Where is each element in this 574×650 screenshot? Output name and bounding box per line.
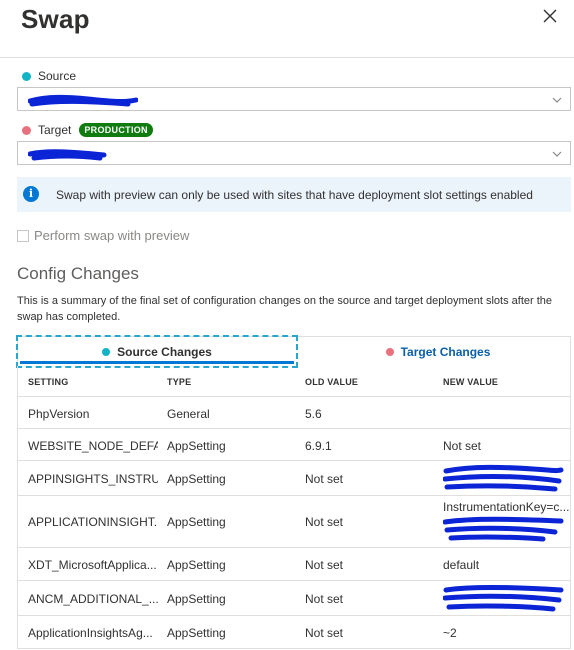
tab-source-label: Source Changes: [117, 344, 212, 359]
chevron-down-icon: [552, 151, 562, 157]
old-value-cell: Not set: [305, 515, 344, 529]
source-label-row: Source: [22, 69, 76, 83]
type-cell: AppSetting: [167, 515, 226, 529]
type-cell: AppSetting: [167, 592, 226, 606]
new-value-cell: ~2: [443, 626, 457, 640]
table-row: ANCM_ADDITIONAL_... AppSetting Not set: [18, 581, 570, 616]
type-cell: AppSetting: [167, 558, 226, 572]
type-cell: AppSetting: [167, 439, 226, 453]
redacted-source-value: [28, 94, 138, 107]
config-changes-description: This is a summary of the final set of co…: [17, 295, 553, 323]
setting-cell: APPLICATIONINSIGHT...: [28, 515, 158, 529]
new-value-cell: Not set: [443, 439, 482, 453]
redacted-target-value: [28, 149, 107, 161]
new-value-cell: InstrumentationKey=c...: [443, 500, 571, 546]
tab-target-label: Target Changes: [400, 345, 491, 359]
setting-cell: PhpVersion: [28, 407, 90, 421]
type-cell: General: [167, 407, 210, 421]
table-row: XDT_MicrosoftApplica... AppSetting Not s…: [18, 548, 570, 581]
source-label: Source: [38, 69, 77, 83]
target-label: Target: [38, 123, 72, 137]
new-value-cell: [443, 581, 571, 618]
close-icon[interactable]: [540, 6, 560, 26]
table-row: PhpVersion General 5.6: [18, 397, 570, 429]
table-row: WEBSITE_NODE_DEFA... AppSetting 6.9.1 No…: [18, 429, 570, 461]
table-row: APPINSIGHTS_INSTRU... AppSetting Not set: [18, 461, 570, 496]
source-select[interactable]: [17, 87, 571, 111]
type-cell: AppSetting: [167, 626, 226, 640]
new-value-cell: [443, 461, 571, 498]
redacted-new-value: [443, 516, 564, 542]
redacted-new-value: [443, 464, 564, 492]
type-cell: AppSetting: [167, 472, 226, 486]
old-value-cell: 5.6: [305, 407, 322, 421]
panel-title: Swap: [21, 4, 90, 34]
column-header-new-value: NEW VALUE: [443, 377, 499, 387]
chevron-down-icon: [552, 97, 562, 103]
source-dot-icon: [102, 347, 111, 356]
info-text: Swap with preview can only be used with …: [56, 188, 533, 202]
tab-target-changes[interactable]: Target Changes: [308, 337, 568, 367]
changes-tabs: Source Changes Target Changes: [16, 335, 571, 368]
info-icon: i: [23, 186, 39, 202]
production-badge: PRODUCTION: [79, 123, 153, 137]
panel-header: Swap: [0, 0, 574, 58]
setting-cell: WEBSITE_NODE_DEFA...: [28, 439, 158, 453]
old-value-cell: Not set: [305, 592, 344, 606]
perform-swap-preview-label: Perform swap with preview: [34, 228, 190, 243]
target-select[interactable]: [17, 141, 571, 165]
changes-table: SETTING TYPE OLD VALUE NEW VALUE PhpVers…: [17, 366, 571, 649]
setting-cell: ApplicationInsightsAg...: [28, 626, 153, 640]
column-header-old-value: OLD VALUE: [305, 377, 359, 387]
perform-swap-preview-checkbox[interactable]: [17, 229, 29, 242]
setting-cell: ANCM_ADDITIONAL_...: [28, 592, 158, 606]
old-value-cell: Not set: [305, 472, 344, 486]
target-dot-icon: [385, 348, 394, 356]
source-dot-icon: [22, 71, 31, 81]
table-row: ApplicationInsightsAg... AppSetting Not …: [18, 616, 570, 648]
column-header-setting: SETTING: [28, 377, 69, 387]
info-message: i Swap with preview can only be used wit…: [17, 177, 571, 212]
config-changes-title: Config Changes: [17, 264, 139, 283]
active-tab-indicator: [20, 361, 294, 364]
old-value-cell: Not set: [305, 558, 344, 572]
table-header-row: SETTING TYPE OLD VALUE NEW VALUE: [18, 366, 570, 397]
perform-swap-preview-row[interactable]: Perform swap with preview: [17, 228, 189, 243]
redacted-new-value: [443, 584, 564, 612]
table-row: APPLICATIONINSIGHT... AppSetting Not set…: [18, 496, 570, 548]
setting-cell: XDT_MicrosoftApplica...: [28, 558, 157, 572]
target-label-row: Target PRODUCTION: [22, 123, 153, 137]
column-header-type: TYPE: [167, 377, 192, 387]
tab-source-changes[interactable]: Source Changes: [16, 335, 298, 368]
new-value-cell: default: [443, 558, 480, 572]
target-dot-icon: [22, 125, 31, 135]
old-value-cell: Not set: [305, 626, 344, 640]
old-value-cell: 6.9.1: [305, 439, 332, 453]
setting-cell: APPINSIGHTS_INSTRU...: [28, 472, 158, 486]
